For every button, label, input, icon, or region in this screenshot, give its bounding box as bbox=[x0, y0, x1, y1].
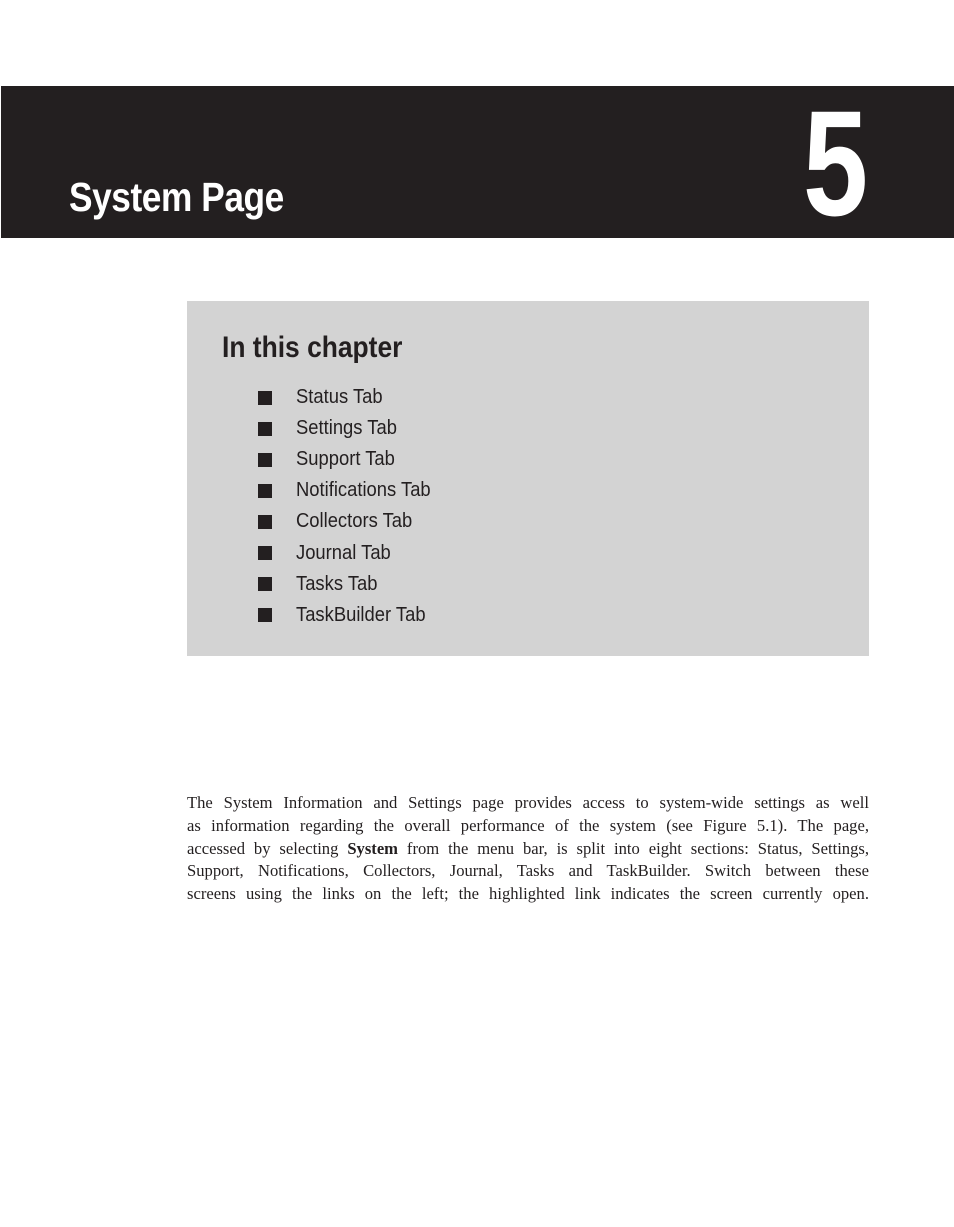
line-text: Support, Notifications, Collectors, Jour… bbox=[187, 861, 869, 881]
list-item: Tasks Tab bbox=[258, 569, 442, 600]
list-item-label: Journal Tab bbox=[296, 541, 391, 564]
line-suffix: from the menu bar, is split into eight s… bbox=[406, 838, 870, 858]
paragraph-line: Support, Notifications, Collectors, Jour… bbox=[187, 860, 869, 883]
square-bullet-icon bbox=[258, 546, 272, 561]
chapter-topics-list: Status Tab Settings Tab Support Tab Noti… bbox=[258, 382, 442, 631]
square-bullet-icon bbox=[258, 452, 272, 467]
list-item-label: Collectors Tab bbox=[296, 510, 413, 533]
paragraph-line: The System Information and Settings page… bbox=[187, 792, 869, 815]
list-item: Collectors Tab bbox=[258, 506, 442, 537]
square-bullet-icon bbox=[258, 390, 272, 405]
list-item: Status Tab bbox=[258, 382, 442, 413]
list-item: Journal Tab bbox=[258, 537, 442, 568]
square-bullet-icon bbox=[258, 483, 272, 498]
body-paragraph: The System Information and Settings page… bbox=[187, 792, 869, 906]
line-text: accessed by selecting System from the me… bbox=[187, 839, 869, 858]
square-bullet-icon bbox=[258, 608, 272, 623]
in-this-chapter-box: In this chapter Status Tab Settings Tab … bbox=[187, 301, 869, 656]
line-text: as information regarding the overall per… bbox=[187, 815, 869, 835]
line-prefix: accessed by selecting bbox=[187, 838, 348, 858]
paragraph-line: accessed by selecting System from the me… bbox=[187, 838, 869, 861]
paragraph-line: as information regarding the overall per… bbox=[187, 815, 869, 838]
chapter-title: System Page bbox=[69, 174, 284, 220]
list-item: TaskBuilder Tab bbox=[258, 600, 442, 631]
list-item-label: Status Tab bbox=[296, 386, 383, 409]
list-item-label: Settings Tab bbox=[296, 417, 397, 440]
list-item-label: TaskBuilder Tab bbox=[296, 603, 426, 626]
paragraph-line: screens using the links on the left; the… bbox=[187, 883, 869, 906]
chapter-number: 5 bbox=[803, 79, 869, 247]
list-item: Support Tab bbox=[258, 444, 442, 475]
square-bullet-icon bbox=[258, 514, 272, 529]
list-item-label: Tasks Tab bbox=[296, 572, 378, 595]
list-item-label: Notifications Tab bbox=[296, 479, 431, 502]
square-bullet-icon bbox=[258, 421, 272, 436]
list-item: Notifications Tab bbox=[258, 475, 442, 506]
bold-term: System bbox=[347, 838, 399, 858]
line-text: The System Information and Settings page… bbox=[187, 793, 869, 812]
square-bullet-icon bbox=[258, 577, 272, 592]
list-item: Settings Tab bbox=[258, 413, 442, 444]
box-heading: In this chapter bbox=[222, 331, 403, 364]
list-item-label: Support Tab bbox=[296, 448, 395, 471]
line-text: screens using the links on the left; the… bbox=[187, 884, 869, 904]
